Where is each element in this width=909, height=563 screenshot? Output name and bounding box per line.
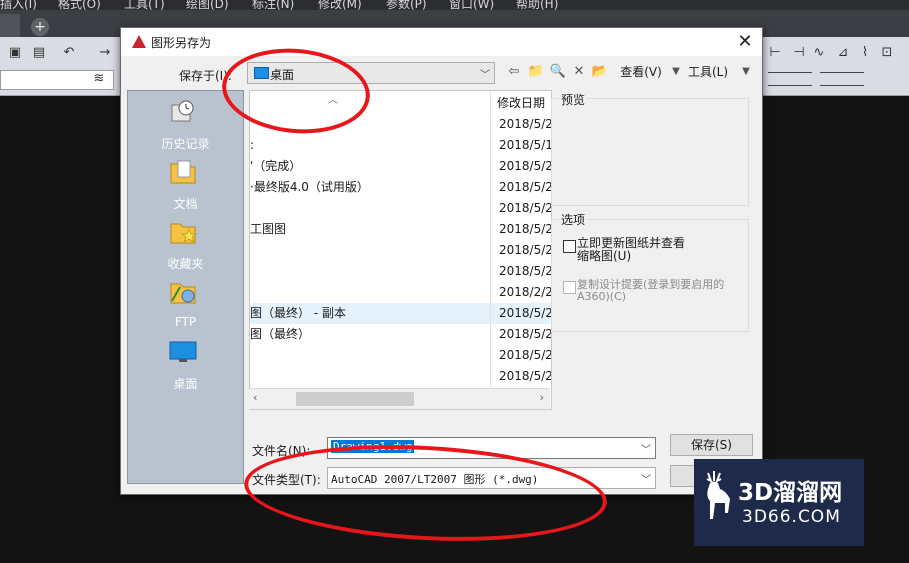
file-row[interactable]: ·最终版4.0（试用版） [250, 177, 490, 198]
file-date: 2018/5/26 [490, 219, 551, 240]
undo-icon[interactable]: ↶ [60, 45, 78, 61]
back-icon[interactable]: ⇦ [504, 62, 524, 82]
file-date: 2018/5/26 [490, 345, 551, 366]
file-date: 2018/5/25 [490, 324, 551, 345]
file-date: 2018/2/25 [490, 282, 551, 303]
chevron-down-icon[interactable]: ﹀ [480, 66, 490, 81]
favorites-folder-icon [170, 223, 198, 244]
autocad-app-icon [132, 35, 146, 48]
file-row[interactable]: 工图图 [250, 219, 490, 240]
dialog-titlebar: 图形另存为 ✕ [121, 28, 762, 56]
place-label: 收藏夹 [167, 257, 204, 271]
save-button[interactable]: 保存(S) [670, 434, 753, 456]
file-list[interactable]: ︿ 修改日期 2018/5/26 : 2018/5/16 '（完成） 2018/… [249, 90, 552, 410]
dialog-title: 图形另存为 [151, 36, 212, 50]
file-row[interactable] [250, 198, 490, 219]
file-date: 2018/5/16 [490, 135, 551, 156]
place-documents[interactable]: 文档 [128, 157, 243, 213]
redo-icon[interactable]: → [96, 45, 114, 61]
chevron-down-icon[interactable]: ﹀ [641, 471, 651, 486]
baseline-icon[interactable]: ⊣ [790, 45, 808, 61]
scroll-left-icon[interactable]: ‹ [253, 391, 257, 404]
linetype-preview-icon [768, 72, 812, 86]
places-bar: 历史记录 文档 收藏夹 FTP 桌面 [127, 90, 244, 484]
place-label: 文档 [173, 197, 198, 211]
angular-icon[interactable]: ⊿ [834, 45, 852, 61]
place-label: 桌面 [173, 377, 198, 391]
search-web-icon[interactable]: 🔍 [548, 62, 568, 82]
column-header-date[interactable]: 修改日期 [490, 91, 551, 113]
file-row[interactable] [250, 261, 490, 282]
tools-menu[interactable]: 工具(L) [684, 62, 732, 82]
documents-folder-icon [170, 160, 196, 184]
file-date: 2018/5/25 [490, 303, 551, 324]
leader-icon[interactable]: ⌇ [856, 45, 874, 61]
preview-label: 预览 [559, 91, 588, 108]
file-row[interactable]: : [250, 135, 490, 156]
tools-chevron-icon[interactable]: ▼ [740, 62, 752, 82]
column-date-label: 修改日期 [497, 96, 546, 110]
file-row[interactable]: '（完成） [250, 156, 490, 177]
copy-design-feed-label: 复制设计提要(登录到要启用的 A360)(C) [577, 279, 724, 303]
save-as-dialog: 图形另存为 ✕ 保存于(I): 桌面 ﹀ ⇦ 📁 🔍 ✕ 📂 查看(V) ▼ 工… [120, 27, 763, 495]
place-history[interactable]: 历史记录 [128, 97, 243, 153]
views-menu[interactable]: 查看(V) [614, 62, 668, 82]
file-row[interactable]: 图（最终） [250, 324, 490, 345]
file-date: 2018/5/26 [490, 366, 551, 387]
tolerance-icon[interactable]: ⊡ [878, 45, 896, 61]
place-favorites[interactable]: 收藏夹 [128, 217, 243, 273]
chevron-down-icon[interactable]: ﹀ [641, 441, 651, 456]
new-folder-icon[interactable]: 📂 [590, 62, 610, 82]
file-row[interactable] [250, 282, 490, 303]
place-desktop[interactable]: 桌面 [128, 337, 243, 393]
place-label: FTP [174, 315, 197, 329]
scroll-right-icon[interactable]: › [540, 391, 544, 404]
file-date: 2018/5/25 [490, 261, 551, 282]
copy-design-feed-checkbox[interactable] [563, 281, 576, 294]
update-thumbnail-label[interactable]: 立即更新图纸并查看 缩略图(U) [577, 237, 685, 263]
deer-logo-icon [706, 471, 730, 519]
file-row[interactable] [250, 366, 490, 387]
update-thumbnail-checkbox[interactable] [563, 240, 576, 253]
place-ftp[interactable]: FTP [128, 277, 243, 333]
desktop-icon [169, 341, 197, 362]
continue-icon[interactable]: ∿ [810, 45, 828, 61]
horizontal-scrollbar[interactable]: ‹ › [249, 388, 550, 409]
file-date: 2018/5/26 [490, 114, 551, 135]
delete-icon[interactable]: ✕ [570, 62, 588, 82]
lineweight-preview-icon [820, 72, 864, 86]
copy-design-feed-line2: A360)(C) [577, 290, 627, 303]
dimension-tool-icon[interactable]: ⊢ [766, 45, 784, 61]
layer-icon[interactable]: ≋ [90, 71, 108, 87]
ftp-icon [170, 283, 196, 304]
up-folder-icon[interactable]: 📁 [526, 62, 546, 82]
file-date: 2018/5/25 [490, 156, 551, 177]
watermark-logo: 3D溜溜网 3D66.COM [694, 459, 864, 546]
watermark-url: 3D66.COM [742, 507, 841, 527]
options-label: 选项 [559, 211, 588, 228]
save-as-toolbar-icon[interactable]: ▤ [30, 45, 48, 61]
file-row[interactable] [250, 345, 490, 366]
preview-group [551, 98, 749, 206]
file-row-selected[interactable]: 图（最终） - 副本 [250, 303, 490, 324]
file-date: 2018/5/25 [490, 240, 551, 261]
new-tab-button[interactable]: + [31, 18, 49, 36]
watermark-title: 3D溜溜网 [738, 480, 843, 506]
place-label: 历史记录 [161, 137, 210, 151]
history-icon [171, 100, 194, 122]
file-date: 2018/5/25 [490, 177, 551, 198]
views-chevron-icon[interactable]: ▼ [670, 62, 682, 82]
scroll-thumb[interactable] [296, 392, 414, 406]
file-row[interactable] [250, 240, 490, 261]
file-date: 2018/5/26 [490, 198, 551, 219]
close-button[interactable]: ✕ [733, 30, 757, 54]
save-toolbar-icon[interactable]: ▣ [6, 45, 24, 61]
update-thumbnail-line2: 缩略图(U) [577, 249, 632, 263]
menu-bar: 插入(I) 格式(O) 工具(T) 绘图(D) 标注(N) 修改(M) 参数(P… [0, 0, 909, 11]
file-tab[interactable] [0, 14, 20, 37]
